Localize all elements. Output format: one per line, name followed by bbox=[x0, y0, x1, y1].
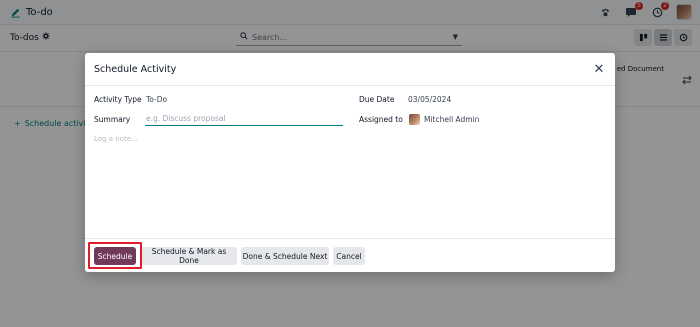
schedule-mark-done-button[interactable]: Schedule & Mark as Done bbox=[141, 247, 237, 265]
summary-input[interactable] bbox=[145, 112, 343, 126]
cancel-button[interactable]: Cancel bbox=[333, 247, 365, 265]
note-textarea[interactable] bbox=[94, 135, 606, 235]
dialog-footer: Schedule Schedule & Mark as Done Done & … bbox=[85, 238, 615, 272]
summary-label: Summary bbox=[94, 115, 131, 124]
assigned-to-label: Assigned to bbox=[359, 115, 403, 124]
due-date-field[interactable]: 03/05/2024 bbox=[408, 95, 451, 104]
schedule-activity-dialog: Schedule Activity ✕ Activity Type To-Do … bbox=[85, 53, 615, 272]
due-date-label: Due Date bbox=[359, 95, 395, 104]
close-icon[interactable]: ✕ bbox=[590, 60, 608, 78]
done-schedule-next-button[interactable]: Done & Schedule Next bbox=[241, 247, 329, 265]
dialog-header: Schedule Activity ✕ bbox=[85, 53, 615, 86]
assigned-to-field[interactable]: Mitchell Admin bbox=[409, 114, 479, 125]
activity-type-label: Activity Type bbox=[94, 95, 142, 104]
assignee-name: Mitchell Admin bbox=[424, 115, 480, 124]
activity-type-field[interactable]: To-Do bbox=[146, 95, 167, 104]
avatar bbox=[409, 114, 420, 125]
dialog-title: Schedule Activity bbox=[94, 64, 177, 75]
schedule-button[interactable]: Schedule bbox=[94, 247, 136, 265]
